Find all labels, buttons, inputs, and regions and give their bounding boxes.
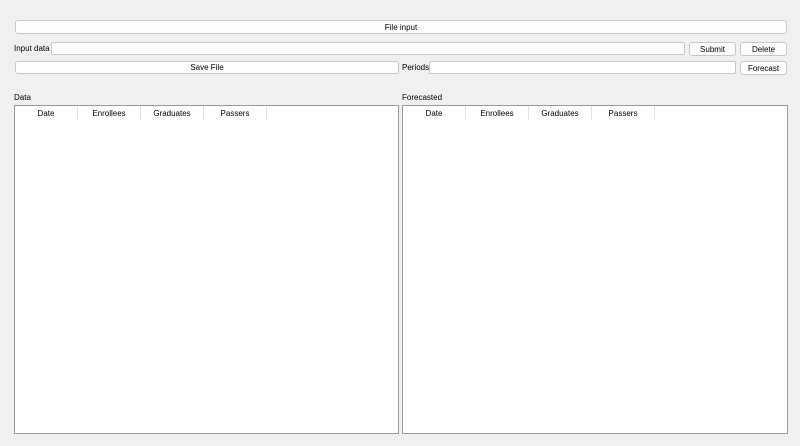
forecast-col-passers[interactable]: Passers xyxy=(592,106,655,120)
forecast-col-graduates[interactable]: Graduates xyxy=(529,106,592,120)
periods-field[interactable] xyxy=(429,61,736,74)
input-data-field[interactable] xyxy=(51,42,685,55)
file-input-button[interactable]: File input xyxy=(15,20,787,34)
data-panel-title: Data xyxy=(14,93,31,102)
delete-button[interactable]: Delete xyxy=(740,42,787,56)
forecast-table[interactable]: Date Enrollees Graduates Passers xyxy=(402,105,788,434)
forecast-button[interactable]: Forecast xyxy=(740,61,787,75)
save-file-button[interactable]: Save File xyxy=(15,61,399,74)
data-col-enrollees[interactable]: Enrollees xyxy=(78,106,141,120)
input-data-label: Input data xyxy=(14,44,50,53)
data-table[interactable]: Date Enrollees Graduates Passers xyxy=(14,105,399,434)
forecast-col-date[interactable]: Date xyxy=(403,106,466,120)
data-col-date[interactable]: Date xyxy=(15,106,78,120)
data-col-passers[interactable]: Passers xyxy=(204,106,267,120)
data-col-graduates[interactable]: Graduates xyxy=(141,106,204,120)
forecast-panel-title: Forecasted xyxy=(402,93,443,102)
periods-label: Periods xyxy=(402,63,430,72)
forecast-table-header: Date Enrollees Graduates Passers xyxy=(403,106,655,120)
submit-button[interactable]: Submit xyxy=(689,42,736,56)
data-table-header: Date Enrollees Graduates Passers xyxy=(15,106,267,120)
forecast-col-enrollees[interactable]: Enrollees xyxy=(466,106,529,120)
